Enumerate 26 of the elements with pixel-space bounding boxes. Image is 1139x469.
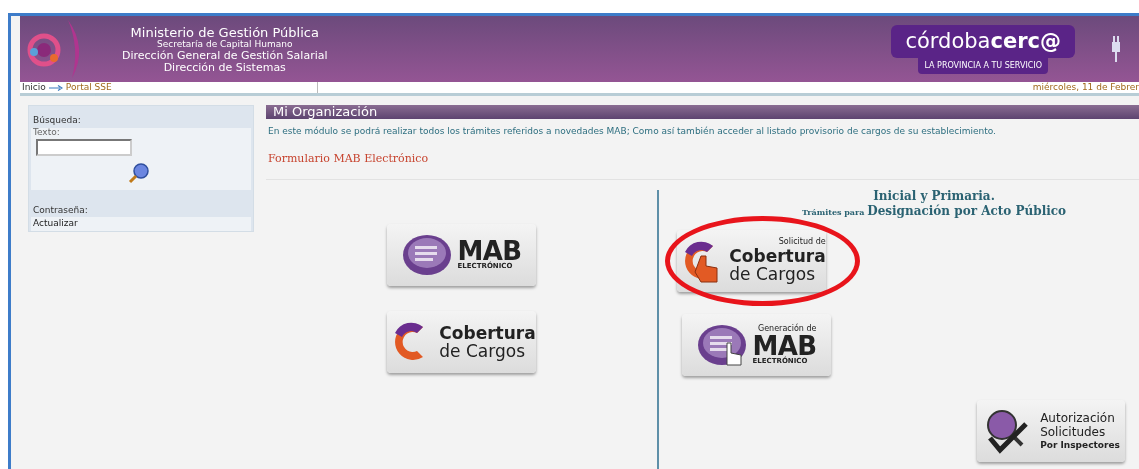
password-title: Contraseña: — [32, 203, 89, 217]
section-title-bar: Mi Organización — [266, 105, 1139, 119]
search-field[interactable] — [36, 138, 132, 156]
brand-logo: córdobacerc@ — [891, 24, 1075, 58]
form-link[interactable]: Formulario MAB Electrónico — [266, 151, 429, 165]
date-text: miércoles, 11 de Febrer — [1032, 80, 1139, 94]
hand-disc-icon — [696, 322, 749, 367]
description-text: En este módulo se podrá realizar todos los trámites referidos a novedades MAB; Como así también acceder al listado provisorio de cargos de su establecimiento. — [267, 125, 997, 138]
ministry-title: Ministerio de Gestión Pública — [130, 25, 319, 39]
section-subheading: Trámites para Designación por Acto Público — [801, 203, 1067, 218]
module-button[interactable]: Cobertura de Cargos — [387, 310, 536, 373]
header-subtitle: Dirección General de Gestión Salarial — [122, 49, 328, 61]
plug-icon — [1111, 36, 1121, 62]
header-subtitle: Dirección de Sistemas — [163, 61, 286, 73]
arrow-icon — [48, 84, 63, 91]
breadcrumb-link[interactable]: Inicio — [22, 80, 46, 95]
search-icon[interactable] — [128, 161, 150, 184]
breadcrumb-link[interactable]: Portal SSE — [65, 80, 112, 95]
module-button[interactable]: Autorización Solicitudes Por Inspectores — [977, 399, 1125, 462]
header-subtitle: Secretaría de Capital Humano — [157, 39, 293, 49]
field-label: Texto: — [32, 127, 61, 137]
search-title: Búsqueda: — [32, 114, 82, 127]
section-heading: Inicial y Primaria. — [873, 189, 995, 202]
update-link[interactable]: Actualizar — [31, 217, 251, 231]
document-disc-icon — [401, 232, 454, 277]
module-button[interactable]: Solicitud de Cobertura de Cargos — [677, 229, 826, 292]
